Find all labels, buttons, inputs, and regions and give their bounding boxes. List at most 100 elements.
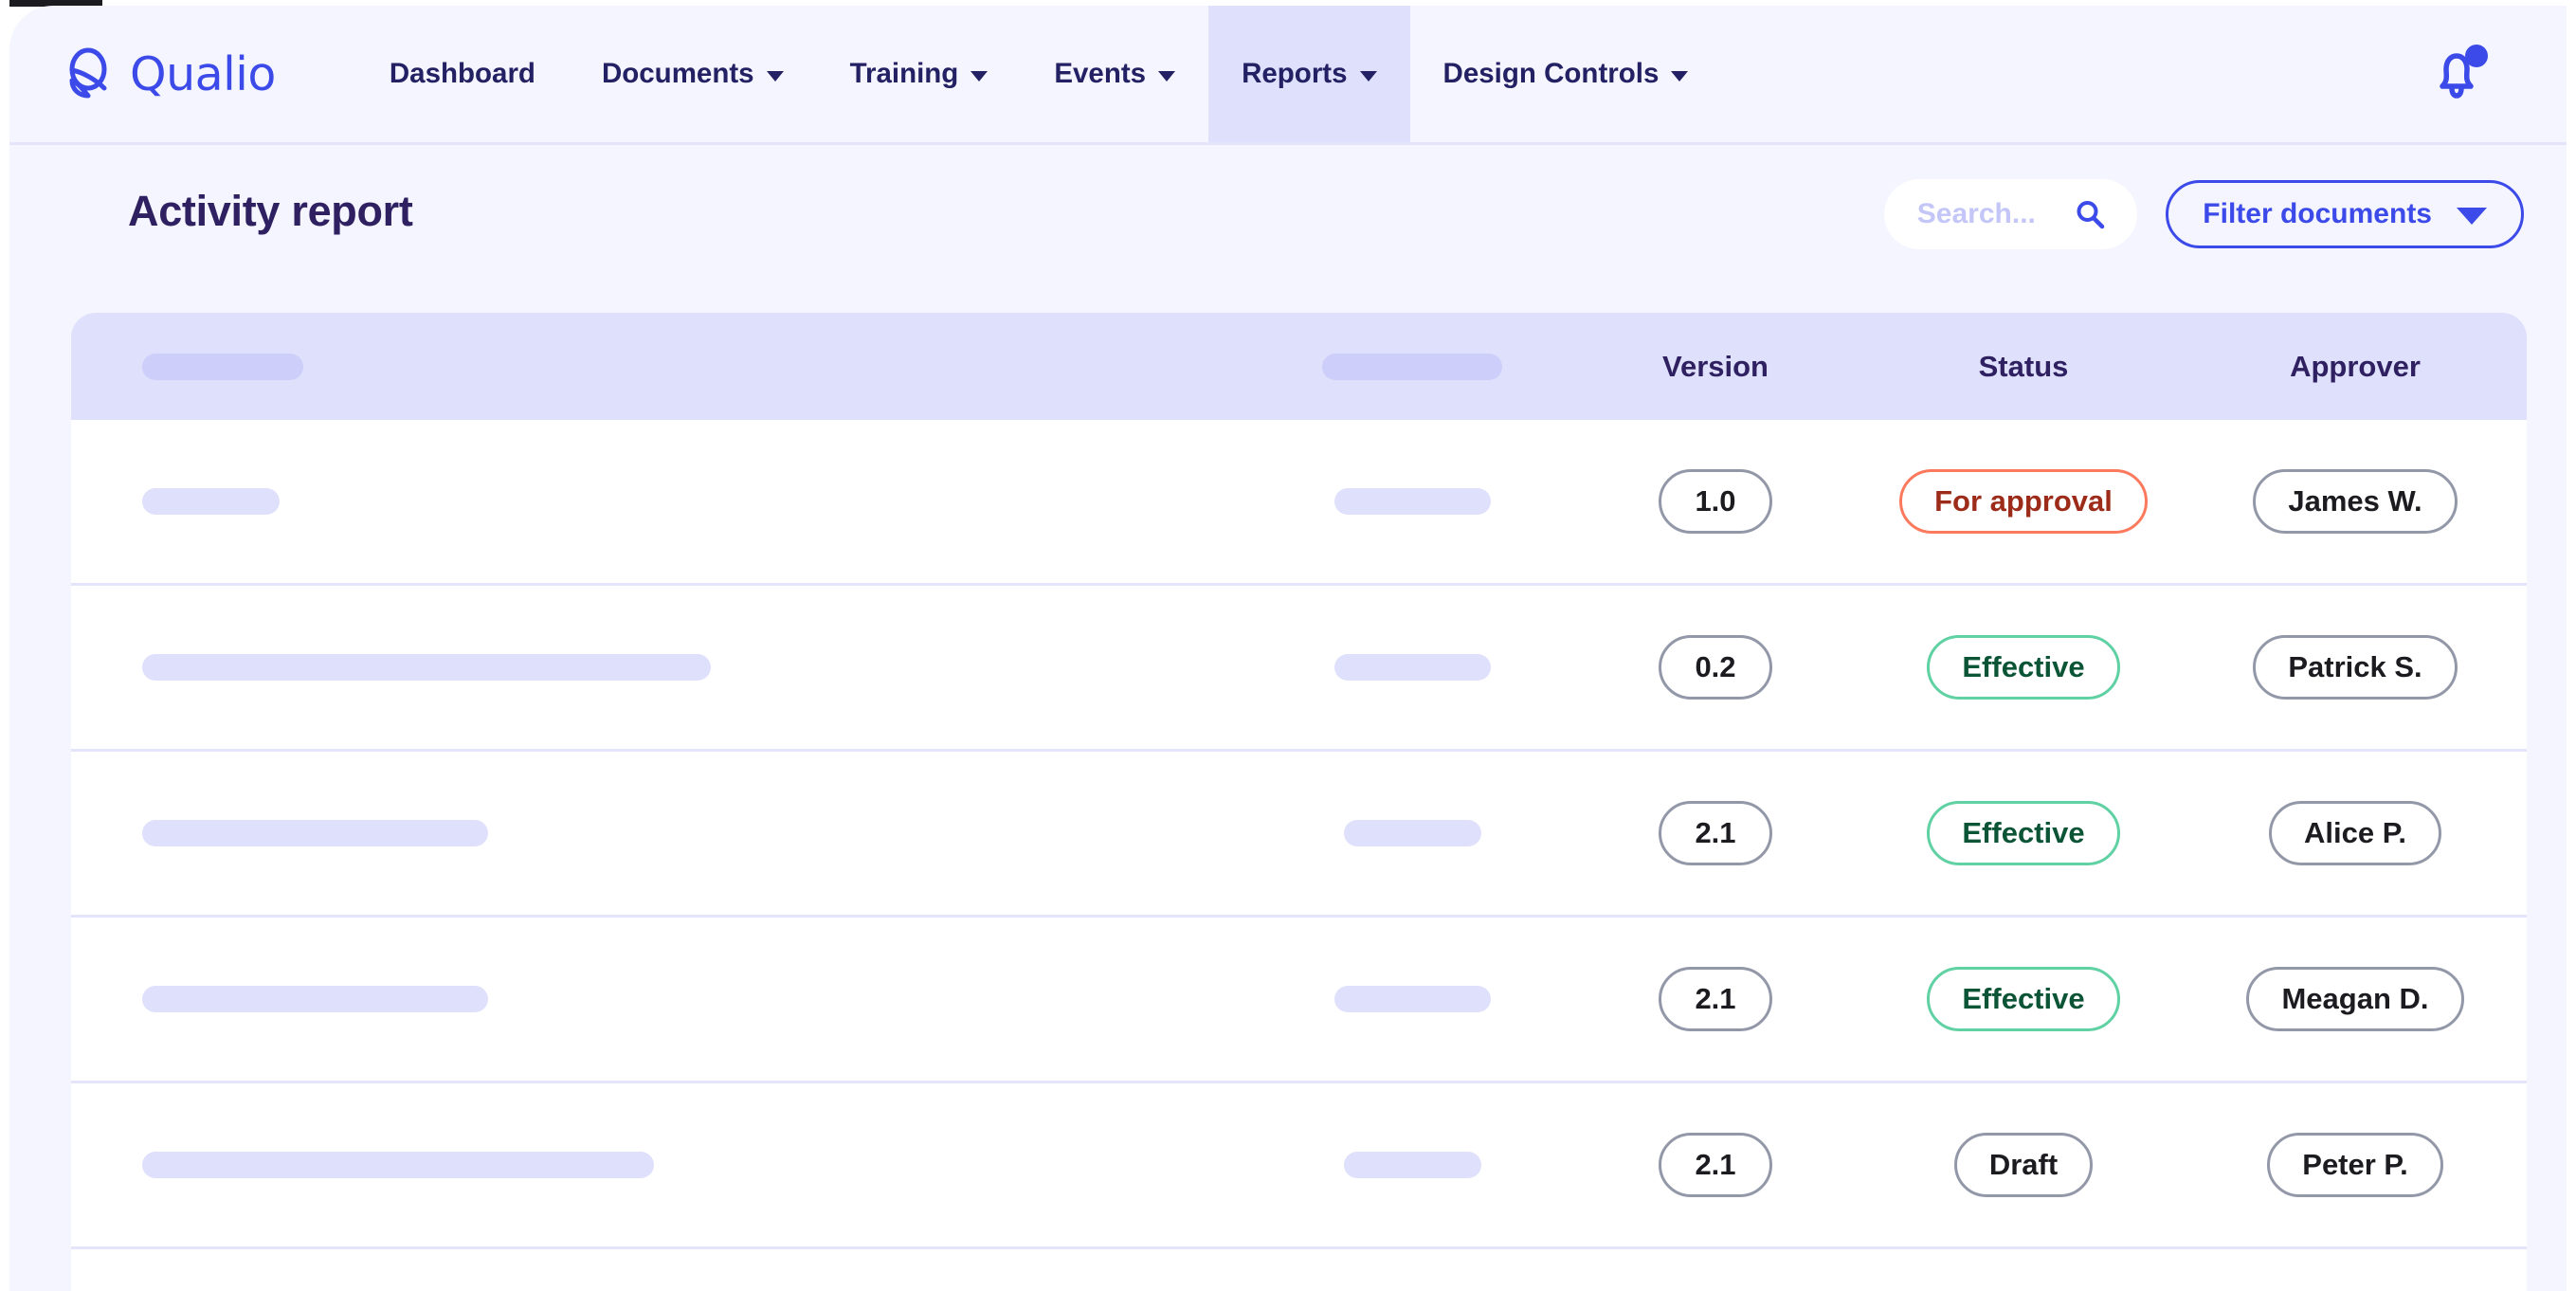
page-title: Activity report: [128, 187, 413, 236]
table-cell-version: 0.2: [1573, 635, 1858, 700]
nav-item-reports[interactable]: Reports: [1208, 6, 1409, 142]
approver-badge: Meagan D.: [2246, 967, 2463, 1031]
approver-badge: Alice P.: [2269, 801, 2441, 865]
table-cell-approver: James W.: [2189, 469, 2521, 534]
status-badge: Effective: [1927, 801, 2119, 865]
table-header-row: Version Status Approver: [71, 313, 2527, 420]
top-navigation-bar: Qualio Dashboard Documents Training Even…: [9, 6, 2576, 142]
table-cell-approver: Peter P.: [2189, 1133, 2521, 1197]
table-header-cell-status: Status: [1858, 350, 2189, 384]
nav-item-label: Design Controls: [1443, 58, 1660, 90]
table-cell-name: [71, 986, 1251, 1012]
nav-item-documents[interactable]: Documents: [569, 6, 817, 142]
redacted-placeholder: [142, 654, 711, 681]
redacted-placeholder: [142, 820, 488, 846]
filter-documents-button[interactable]: Filter documents: [2166, 180, 2524, 248]
table-row[interactable]: 2.1 Draft Peter P.: [71, 1083, 2527, 1249]
nav-item-events[interactable]: Events: [1021, 6, 1208, 142]
nav-item-label: Dashboard: [390, 58, 535, 90]
app-root: Qualio Dashboard Documents Training Even…: [0, 0, 2576, 1291]
table-cell-version: 2.1: [1573, 967, 1858, 1031]
approver-badge: Patrick S.: [2253, 635, 2457, 700]
right-gutter: [2567, 0, 2576, 1291]
table-header-cell-approver: Approver: [2189, 350, 2521, 384]
page-header: Activity report Filter documents: [9, 145, 2576, 278]
search-icon[interactable]: [2075, 199, 2105, 229]
version-badge: 1.0: [1659, 469, 1772, 534]
table-cell-name: [71, 654, 1251, 681]
left-gutter: [0, 0, 9, 1291]
header-actions: Filter documents: [1884, 179, 2524, 249]
notification-badge-dot: [2465, 45, 2488, 67]
filter-documents-label: Filter documents: [2203, 198, 2432, 230]
redacted-placeholder: [1334, 654, 1491, 681]
table-row[interactable]: 2.1 Effective Meagan D.: [71, 918, 2527, 1083]
table-cell-version: 1.0: [1573, 469, 1858, 534]
table-row[interactable]: 0.2 Effective Patrick S.: [71, 586, 2527, 752]
table-cell-meta: [1251, 1152, 1573, 1178]
table-cell-status: For approval: [1858, 469, 2189, 534]
table-cell-name: [71, 1152, 1251, 1178]
search-box[interactable]: [1884, 179, 2137, 249]
qualio-logo[interactable]: Qualio: [62, 47, 276, 100]
nav-item-training[interactable]: Training: [817, 6, 1022, 142]
qualio-logo-icon: [62, 47, 115, 100]
nav-item-design-controls[interactable]: Design Controls: [1410, 6, 1722, 142]
table-cell-status: Effective: [1858, 635, 2189, 700]
table-header-cell-meta: [1251, 354, 1573, 380]
nav-left-section: Qualio: [9, 6, 276, 142]
version-badge: 2.1: [1659, 967, 1772, 1031]
redacted-placeholder: [142, 488, 280, 515]
version-badge: 2.1: [1659, 801, 1772, 865]
table-row[interactable]: 1.0 For approval James W.: [71, 420, 2527, 586]
nav-item-label: Reports: [1242, 58, 1347, 90]
version-badge: 2.1: [1659, 1133, 1772, 1197]
status-badge: Effective: [1927, 967, 2119, 1031]
nav-items: Dashboard Documents Training Events Repo…: [356, 6, 1722, 142]
qualio-logo-text: Qualio: [130, 51, 276, 98]
status-badge: For approval: [1899, 469, 2148, 534]
nav-item-label: Documents: [602, 58, 754, 90]
table-cell-version: 2.1: [1573, 801, 1858, 865]
activity-report-table: Version Status Approver 1.0: [71, 313, 2527, 1291]
redacted-placeholder: [142, 354, 303, 380]
table-row[interactable]: 2.1 Effective Alice P.: [71, 752, 2527, 918]
redacted-placeholder: [142, 986, 488, 1012]
chevron-down-icon: [1671, 71, 1688, 82]
table-cell-status: Effective: [1858, 967, 2189, 1031]
page-body: Activity report Filter documents: [9, 145, 2576, 1291]
chevron-down-icon: [1360, 71, 1377, 82]
table-cell-version: 2.1: [1573, 1133, 1858, 1197]
redacted-placeholder: [142, 1152, 654, 1178]
approver-badge: Peter P.: [2267, 1133, 2442, 1197]
table-cell-approver: Meagan D.: [2189, 967, 2521, 1031]
table-cell-approver: Patrick S.: [2189, 635, 2521, 700]
chevron-down-icon: [1158, 71, 1175, 82]
table-row[interactable]: [71, 1249, 2527, 1291]
version-badge: 0.2: [1659, 635, 1772, 700]
table-cell-meta: [1251, 986, 1573, 1012]
table-cell-approver: Alice P.: [2189, 801, 2521, 865]
table-cell-name: [71, 488, 1251, 515]
nav-item-label: Training: [850, 58, 959, 90]
table-cell-meta: [1251, 488, 1573, 515]
table-cell-status: Effective: [1858, 801, 2189, 865]
status-badge: Effective: [1927, 635, 2119, 700]
redacted-placeholder: [1334, 488, 1491, 515]
chevron-down-icon: [2457, 208, 2487, 225]
redacted-placeholder: [1322, 354, 1502, 380]
nav-right-section: [2427, 6, 2576, 142]
table-cell-meta: [1251, 654, 1573, 681]
redacted-placeholder: [1334, 986, 1491, 1012]
search-input[interactable]: [1917, 198, 2061, 230]
redacted-placeholder: [1344, 820, 1481, 846]
table-header-cell-name: [71, 354, 1251, 380]
approver-badge: James W.: [2253, 469, 2457, 534]
nav-item-dashboard[interactable]: Dashboard: [356, 6, 569, 142]
table-header-cell-version: Version: [1573, 350, 1858, 384]
status-badge: Draft: [1954, 1133, 2093, 1197]
table-cell-meta: [1251, 820, 1573, 846]
notifications-button[interactable]: [2427, 45, 2486, 103]
redacted-placeholder: [1344, 1152, 1481, 1178]
table-cell-status: Draft: [1858, 1133, 2189, 1197]
